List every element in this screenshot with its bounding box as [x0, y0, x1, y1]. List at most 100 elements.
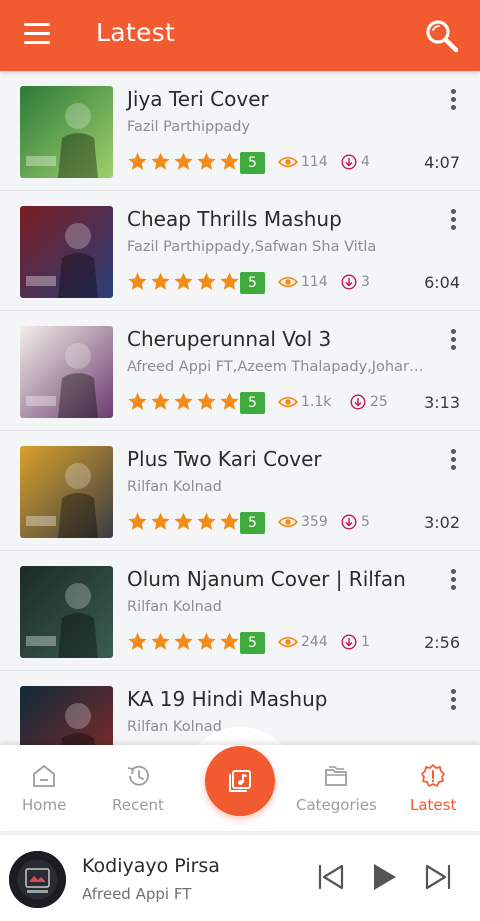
song-artist: Rilfan Kolnad — [127, 599, 222, 615]
download-count-value: 1 — [361, 634, 370, 650]
star-icon — [174, 152, 193, 170]
star-rating — [127, 631, 242, 652]
song-list-item[interactable]: Cheap Thrills Mashup Fazil Parthippady,S… — [0, 191, 480, 311]
view-count: 114 — [278, 154, 328, 170]
song-list-item[interactable]: Plus Two Kari Cover Rilfan Kolnad 5 359 … — [0, 431, 480, 551]
song-duration: 2:56 — [424, 633, 460, 652]
more-options-icon[interactable] — [447, 569, 459, 591]
star-icon — [128, 152, 147, 170]
search-icon[interactable] — [424, 18, 460, 54]
song-artist: Rilfan Kolnad — [127, 719, 222, 735]
star-icon — [151, 512, 170, 530]
star-icon — [220, 152, 239, 170]
star-icon — [220, 272, 239, 290]
star-icon — [174, 272, 193, 290]
more-options-icon[interactable] — [447, 449, 459, 471]
star-icon — [220, 392, 239, 410]
nav-categories-label: Categories — [296, 796, 377, 814]
app-screen: Latest Jiya Teri Cover Fazil Parthippady — [0, 0, 480, 921]
star-icon — [220, 512, 239, 530]
download-icon — [341, 274, 357, 290]
folder-icon — [325, 766, 348, 786]
song-list-item[interactable]: Cheruperunnal Vol 3 Afreed Appi FT,Azeem… — [0, 311, 480, 431]
view-count-value: 1.1k — [301, 394, 332, 410]
more-options-icon[interactable] — [447, 329, 459, 351]
rating-badge: 5 — [240, 152, 265, 174]
star-icon — [197, 512, 216, 530]
view-count: 1.1k — [278, 394, 331, 410]
star-icon — [174, 632, 193, 650]
song-title: KA 19 Hindi Mashup — [127, 687, 328, 711]
hamburger-menu-icon[interactable] — [24, 23, 50, 45]
rating-badge: 5 — [240, 272, 265, 294]
download-icon — [341, 154, 357, 170]
skip-next-icon[interactable] — [424, 863, 452, 891]
star-rating — [127, 271, 242, 292]
nav-home[interactable]: Home — [22, 763, 66, 814]
song-thumbnail — [20, 566, 113, 658]
star-icon — [220, 632, 239, 650]
star-rating — [127, 511, 242, 532]
song-artist: Fazil Parthippady,Safwan Sha Vitla — [127, 239, 377, 255]
download-count: 1 — [341, 634, 370, 650]
more-options-icon[interactable] — [447, 89, 459, 111]
nav-recent-label: Recent — [112, 796, 164, 814]
skip-previous-icon[interactable] — [317, 863, 345, 891]
star-icon — [128, 272, 147, 290]
song-title: Plus Two Kari Cover — [127, 447, 322, 471]
star-rating — [127, 151, 242, 172]
music-library-icon — [229, 770, 251, 792]
more-options-icon[interactable] — [447, 689, 459, 711]
rating-badge: 5 — [240, 512, 265, 534]
song-duration: 6:04 — [424, 273, 460, 292]
eye-icon — [278, 276, 298, 288]
nav-latest[interactable]: Latest — [410, 763, 456, 814]
new-badge-icon — [421, 764, 446, 787]
download-count: 4 — [341, 154, 370, 170]
download-count-value: 25 — [370, 394, 388, 410]
song-title: Olum Njanum Cover | Rilfan — [127, 567, 406, 591]
download-count: 5 — [341, 514, 370, 530]
view-count-value: 244 — [301, 634, 328, 650]
mini-player[interactable]: Kodiyayo Pirsa Afreed Appi FT — [0, 834, 480, 921]
star-icon — [128, 632, 147, 650]
download-count-value: 4 — [361, 154, 370, 170]
download-count: 3 — [341, 274, 370, 290]
nav-categories[interactable]: Categories — [296, 763, 377, 814]
song-thumbnail — [20, 446, 113, 538]
view-count-value: 114 — [301, 154, 328, 170]
star-icon — [197, 392, 216, 410]
eye-icon — [278, 156, 298, 168]
view-count: 359 — [278, 514, 328, 530]
star-icon — [174, 512, 193, 530]
song-artist: Afreed Appi FT,Azeem Thalapady,Johar ... — [127, 359, 427, 375]
music-library-fab[interactable] — [205, 746, 275, 816]
more-options-icon[interactable] — [447, 209, 459, 231]
nav-recent[interactable]: Recent — [112, 763, 164, 814]
song-title: Cheap Thrills Mashup — [127, 207, 342, 231]
player-artist: Afreed Appi FT — [82, 885, 192, 903]
view-count: 244 — [278, 634, 328, 650]
top-app-bar: Latest — [0, 0, 480, 71]
song-thumbnail — [20, 206, 113, 298]
song-list-item[interactable]: Olum Njanum Cover | Rilfan Rilfan Kolnad… — [0, 551, 480, 671]
song-artist: Fazil Parthippady — [127, 119, 251, 135]
star-icon — [197, 632, 216, 650]
star-icon — [197, 272, 216, 290]
page-title: Latest — [96, 18, 176, 47]
history-icon — [127, 765, 149, 786]
player-song-title: Kodiyayo Pirsa — [82, 855, 220, 877]
eye-icon — [278, 396, 298, 408]
play-icon[interactable] — [372, 862, 398, 892]
player-album-art — [9, 851, 66, 908]
star-icon — [128, 512, 147, 530]
eye-icon — [278, 636, 298, 648]
song-duration: 3:13 — [424, 393, 460, 412]
view-count-value: 114 — [301, 274, 328, 290]
nav-latest-label: Latest — [410, 796, 457, 814]
song-list-item[interactable]: Jiya Teri Cover Fazil Parthippady 5 114 … — [0, 71, 480, 191]
star-icon — [151, 632, 170, 650]
download-icon — [341, 514, 357, 530]
star-icon — [151, 392, 170, 410]
song-thumbnail — [20, 326, 113, 418]
